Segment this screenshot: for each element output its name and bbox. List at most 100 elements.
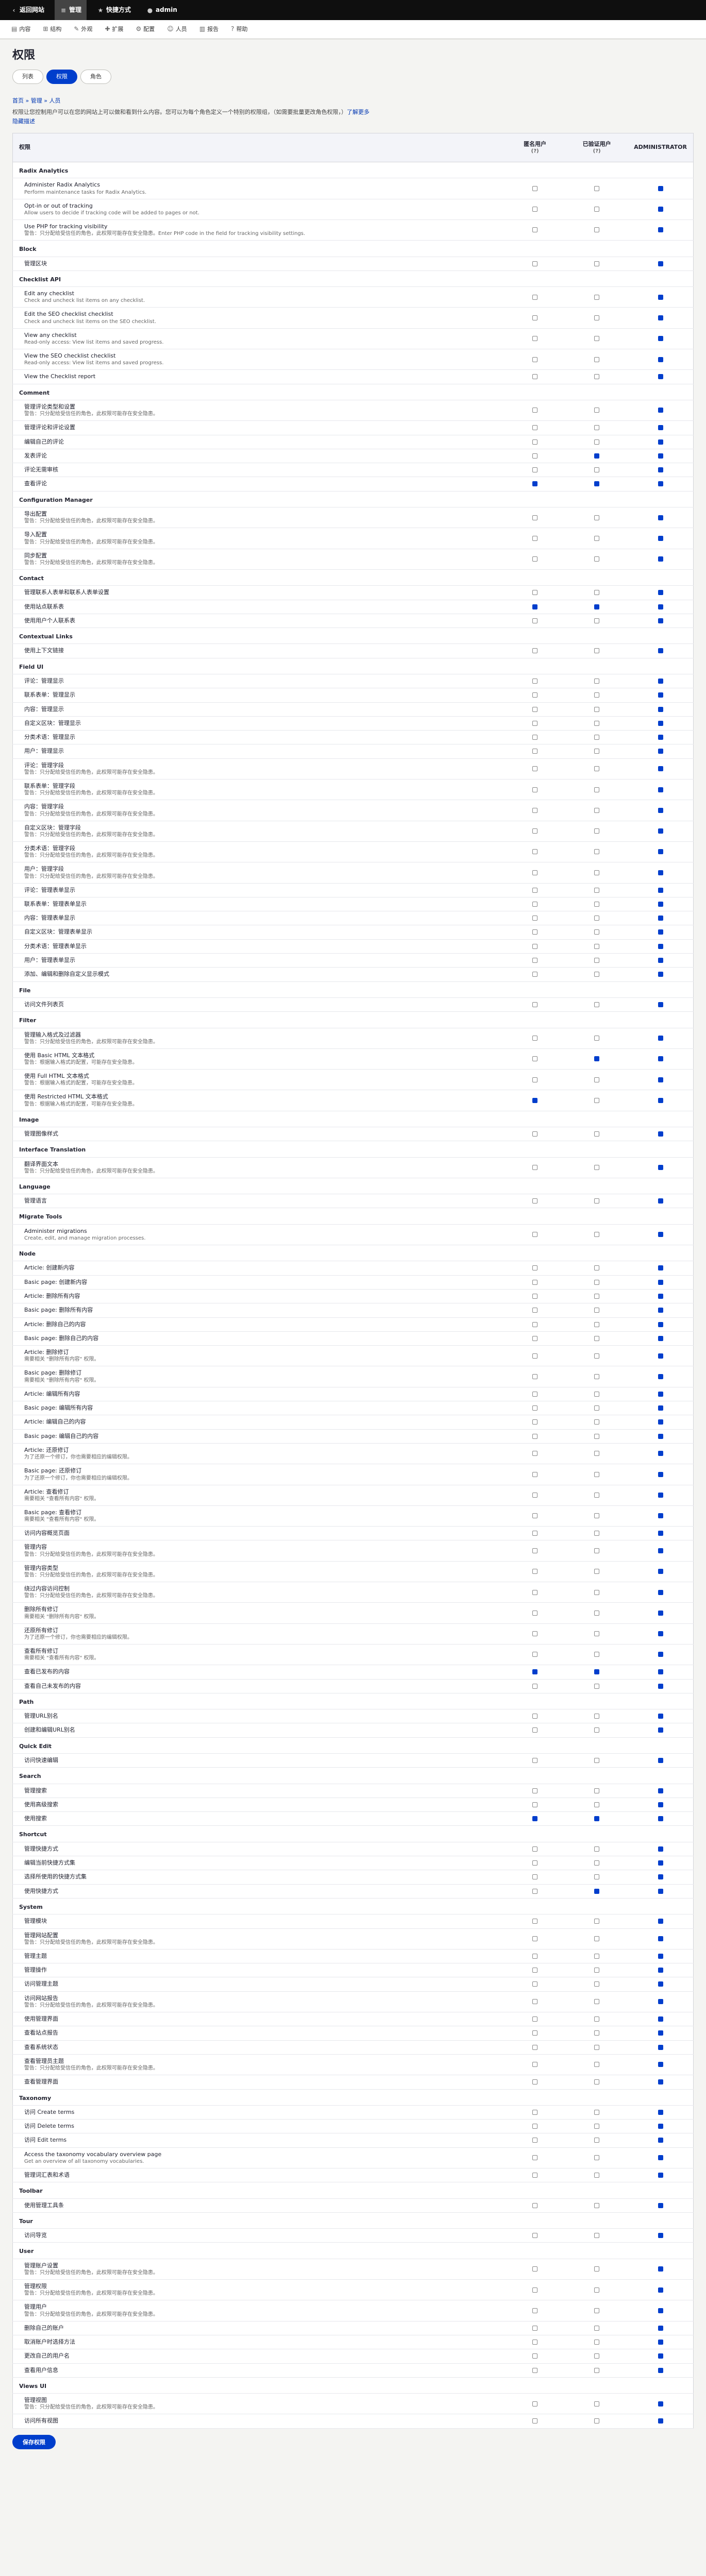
permission-checkbox[interactable]	[594, 2016, 600, 2022]
permission-checkbox[interactable]	[594, 185, 600, 191]
permission-checkbox[interactable]	[594, 929, 600, 935]
permission-checkbox[interactable]	[594, 766, 600, 772]
permission-checkbox[interactable]	[594, 1981, 600, 1987]
permission-checkbox[interactable]	[658, 1097, 663, 1103]
permission-checkbox[interactable]	[594, 590, 600, 596]
permission-checkbox[interactable]	[658, 535, 663, 541]
permission-checkbox[interactable]	[658, 1036, 663, 1041]
permission-checkbox[interactable]	[594, 294, 600, 300]
permission-checkbox[interactable]	[594, 1353, 600, 1359]
permission-checkbox[interactable]	[532, 735, 538, 740]
permission-checkbox[interactable]	[658, 1669, 663, 1675]
permission-checkbox[interactable]	[658, 481, 663, 487]
permission-checkbox[interactable]	[594, 1165, 600, 1171]
permission-checkbox[interactable]	[658, 1714, 663, 1719]
permission-checkbox[interactable]	[532, 453, 538, 459]
permission-checkbox[interactable]	[532, 1683, 538, 1689]
permission-checkbox[interactable]	[658, 2173, 663, 2178]
permission-checkbox[interactable]	[532, 1999, 538, 2005]
permission-checkbox[interactable]	[594, 481, 600, 487]
permission-checkbox[interactable]	[658, 887, 663, 893]
permission-checkbox[interactable]	[532, 1279, 538, 1285]
permission-checkbox[interactable]	[532, 1981, 538, 1987]
permission-checkbox[interactable]	[532, 766, 538, 772]
permission-checkbox[interactable]	[658, 916, 663, 921]
permission-checkbox[interactable]	[658, 294, 663, 300]
permission-checkbox[interactable]	[532, 2044, 538, 2050]
permission-checkbox[interactable]	[532, 425, 538, 431]
permission-checkbox[interactable]	[594, 1308, 600, 1313]
permission-checkbox[interactable]	[532, 2155, 538, 2161]
permission-checkbox[interactable]	[532, 1936, 538, 1942]
permission-checkbox[interactable]	[658, 648, 663, 654]
permission-checkbox[interactable]	[532, 2030, 538, 2036]
permission-checkbox[interactable]	[532, 943, 538, 949]
permission-checkbox[interactable]	[594, 2030, 600, 2036]
permission-checkbox[interactable]	[594, 1714, 600, 1719]
permission-checkbox[interactable]	[658, 1874, 663, 1880]
permission-checkbox[interactable]	[532, 2109, 538, 2115]
permission-checkbox[interactable]	[594, 1077, 600, 1082]
permission-checkbox[interactable]	[532, 207, 538, 212]
permission-checkbox[interactable]	[594, 1816, 600, 1822]
permission-checkbox[interactable]	[594, 692, 600, 698]
permission-checkbox[interactable]	[594, 849, 600, 855]
permission-checkbox[interactable]	[532, 556, 538, 562]
permission-checkbox[interactable]	[532, 1391, 538, 1397]
permission-checkbox[interactable]	[532, 958, 538, 963]
permission-checkbox[interactable]	[594, 1652, 600, 1657]
permission-checkbox[interactable]	[532, 787, 538, 792]
permission-checkbox[interactable]	[658, 1802, 663, 1807]
permission-checkbox[interactable]	[532, 1265, 538, 1271]
permission-checkbox[interactable]	[594, 2202, 600, 2208]
permission-checkbox[interactable]	[594, 1569, 600, 1574]
permission-checkbox[interactable]	[658, 2202, 663, 2208]
permission-checkbox[interactable]	[658, 972, 663, 977]
permission-checkbox[interactable]	[532, 2202, 538, 2208]
permission-checkbox[interactable]	[532, 1405, 538, 1411]
permission-checkbox[interactable]	[658, 1405, 663, 1411]
permission-checkbox[interactable]	[532, 2418, 538, 2424]
permission-checkbox[interactable]	[658, 1919, 663, 1924]
intro-link[interactable]: 了解更多	[347, 109, 369, 115]
permission-checkbox[interactable]	[532, 2308, 538, 2313]
permission-checkbox[interactable]	[532, 1471, 538, 1477]
permission-checkbox[interactable]	[658, 706, 663, 712]
permission-checkbox[interactable]	[532, 2138, 538, 2143]
permission-checkbox[interactable]	[658, 1569, 663, 1574]
permission-checkbox[interactable]	[658, 1531, 663, 1536]
permission-checkbox[interactable]	[658, 1683, 663, 1689]
permission-checkbox[interactable]	[594, 1888, 600, 1894]
permission-checkbox[interactable]	[658, 1056, 663, 1062]
tab[interactable]: 列表	[12, 69, 43, 84]
permission-checkbox[interactable]	[594, 535, 600, 541]
permission-checkbox[interactable]	[658, 2339, 663, 2345]
permission-checkbox[interactable]	[532, 2233, 538, 2239]
permission-checkbox[interactable]	[658, 515, 663, 520]
permission-checkbox[interactable]	[594, 1279, 600, 1285]
permission-checkbox[interactable]	[658, 1816, 663, 1822]
permission-checkbox[interactable]	[658, 1279, 663, 1285]
permission-checkbox[interactable]	[532, 2353, 538, 2359]
permission-checkbox[interactable]	[594, 261, 600, 266]
permission-checkbox[interactable]	[594, 1002, 600, 1007]
permission-checkbox[interactable]	[658, 1002, 663, 1007]
permission-checkbox[interactable]	[594, 1321, 600, 1327]
permission-checkbox[interactable]	[658, 2138, 663, 2143]
permission-checkbox[interactable]	[532, 1198, 538, 1204]
permission-checkbox[interactable]	[532, 807, 538, 813]
save-permissions-button[interactable]: 保存权限	[12, 2434, 56, 2449]
permission-checkbox[interactable]	[658, 1265, 663, 1271]
tray-item[interactable]: ☺ 人员	[162, 20, 192, 39]
permission-checkbox[interactable]	[532, 1610, 538, 1616]
permission-checkbox[interactable]	[532, 828, 538, 834]
permission-checkbox[interactable]	[658, 261, 663, 266]
permission-checkbox[interactable]	[532, 374, 538, 380]
permission-checkbox[interactable]	[532, 916, 538, 921]
permission-checkbox[interactable]	[594, 1374, 600, 1379]
permission-checkbox[interactable]	[532, 1513, 538, 1519]
tray-item[interactable]: ✚ 扩展	[99, 20, 128, 39]
permission-checkbox[interactable]	[532, 515, 538, 520]
permission-checkbox[interactable]	[532, 1846, 538, 1852]
permission-checkbox[interactable]	[532, 1353, 538, 1359]
